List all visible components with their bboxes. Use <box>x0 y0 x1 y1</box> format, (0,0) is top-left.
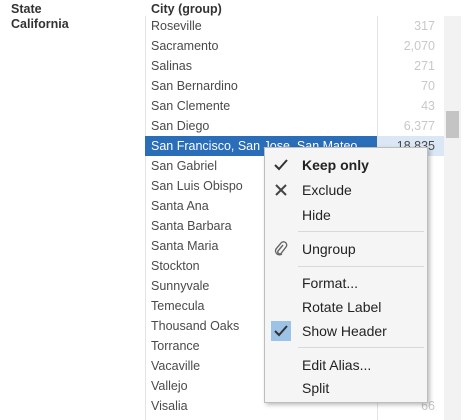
menu-item-hide[interactable]: Hide <box>265 204 427 226</box>
city-cell[interactable]: Roseville <box>151 19 202 33</box>
value-cell: 2,070 <box>403 39 435 53</box>
city-cell[interactable]: San Luis Obispo <box>151 179 243 193</box>
menu-item-edit-alias[interactable]: Edit Alias... <box>265 354 427 376</box>
city-cell[interactable]: Visalia <box>151 399 188 413</box>
value-cell: 6,377 <box>403 119 435 133</box>
city-cell[interactable]: Temecula <box>151 299 205 313</box>
value-cell: 70 <box>421 79 435 93</box>
menu-item-exclude[interactable]: Exclude <box>265 179 427 201</box>
column-header-state[interactable]: State <box>11 2 42 16</box>
paperclip-icon <box>271 239 291 259</box>
value-cell: 317 <box>414 19 435 33</box>
table-row[interactable]: Salinas 271 <box>145 56 444 76</box>
city-cell[interactable]: Santa Ana <box>151 199 209 213</box>
menu-item-rotate-label[interactable]: Rotate Label <box>265 296 427 318</box>
checkmark-icon <box>271 155 291 175</box>
table-row[interactable]: San Clemente 43 <box>145 96 444 116</box>
city-cell[interactable]: San Gabriel <box>151 159 217 173</box>
city-cell[interactable]: Salinas <box>151 59 192 73</box>
menu-separator <box>298 266 424 267</box>
table-row[interactable]: San Diego 6,377 <box>145 116 444 136</box>
city-cell[interactable]: San Diego <box>151 119 209 133</box>
value-cell: 43 <box>421 99 435 113</box>
table-row[interactable]: Sacramento 2,070 <box>145 36 444 56</box>
city-cell[interactable]: San Bernardino <box>151 79 238 93</box>
menu-item-show-header[interactable]: Show Header <box>265 320 427 342</box>
city-cell[interactable]: Sacramento <box>151 39 218 53</box>
city-cell[interactable]: Stockton <box>151 259 200 273</box>
column-header-city-group[interactable]: City (group) <box>151 2 222 16</box>
value-cell: 271 <box>414 59 435 73</box>
table-row[interactable]: Roseville 317 <box>145 16 444 36</box>
x-icon <box>271 180 291 200</box>
menu-item-keep-only[interactable]: Keep only <box>265 154 427 176</box>
vertical-scrollbar[interactable] <box>444 16 461 420</box>
menu-item-format[interactable]: Format... <box>265 272 427 294</box>
context-menu: Keep only Exclude Hide Ungroup Format...… <box>264 147 428 403</box>
state-cell[interactable]: California <box>11 17 69 31</box>
menu-separator <box>298 231 424 232</box>
city-cell[interactable]: Torrance <box>151 339 200 353</box>
city-cell[interactable]: Sunnyvale <box>151 279 209 293</box>
menu-item-split[interactable]: Split <box>265 377 427 399</box>
city-cell[interactable]: Vacaville <box>151 359 200 373</box>
city-cell[interactable]: Thousand Oaks <box>151 319 239 333</box>
scrollbar-thumb[interactable] <box>446 111 459 138</box>
city-cell[interactable]: Vallejo <box>151 379 188 393</box>
checkmark-icon <box>271 321 291 341</box>
menu-separator <box>298 347 424 348</box>
table-row[interactable]: San Bernardino 70 <box>145 76 444 96</box>
menu-item-ungroup[interactable]: Ungroup <box>265 238 427 260</box>
city-cell[interactable]: Santa Maria <box>151 239 218 253</box>
city-cell[interactable]: Santa Barbara <box>151 219 232 233</box>
city-cell[interactable]: San Clemente <box>151 99 230 113</box>
